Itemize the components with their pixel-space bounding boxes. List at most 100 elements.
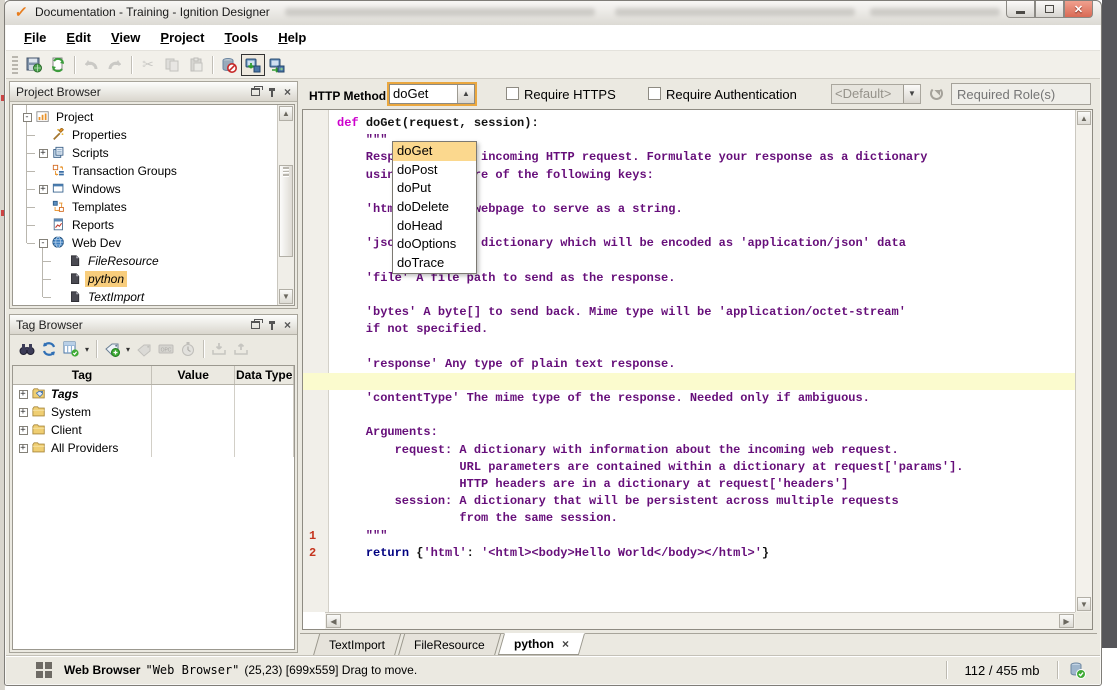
tree-item-web-dev[interactable]: -Web Dev [13, 234, 277, 252]
copy-button [160, 54, 184, 76]
new-tag-button[interactable] [101, 339, 123, 359]
tree-item-project[interactable]: -Project [13, 108, 277, 126]
tag-table: TagValueData Type +Tags+System+Client+Al… [12, 365, 295, 650]
close-panel-icon[interactable]: × [284, 318, 291, 332]
update-project-button[interactable] [265, 54, 289, 76]
refresh-tags-button[interactable] [38, 339, 60, 359]
minimize-button[interactable] [1006, 1, 1035, 18]
scroll-down-icon[interactable]: ▼ [1077, 597, 1091, 611]
caret-icon[interactable]: ▾ [123, 345, 133, 354]
column-header-data-type[interactable]: Data Type [235, 366, 294, 384]
title-bar[interactable]: ✓ Documentation - Training - Ignition De… [5, 1, 1101, 25]
tag-row-system[interactable]: + System [13, 403, 294, 421]
http-method-combobox[interactable]: doGet ▲ [389, 84, 475, 104]
method-option-dohead[interactable]: doHead [393, 217, 476, 236]
edit-columns-button[interactable] [60, 339, 82, 359]
column-header-value[interactable]: Value [152, 366, 235, 384]
method-option-dooptions[interactable]: doOptions [393, 235, 476, 254]
tree-item-transaction-groups[interactable]: Transaction Groups [13, 162, 277, 180]
tree-item-properties[interactable]: Properties [13, 126, 277, 144]
tagsfolder-icon [31, 387, 47, 401]
memory-usage: 112 / 455 mb [957, 663, 1047, 678]
close-panel-icon[interactable]: × [284, 85, 291, 99]
folder-icon [31, 441, 47, 455]
collapse-icon[interactable]: - [39, 239, 48, 248]
tree-item-reports[interactable]: Reports [13, 216, 277, 234]
toolbar-grip-handle[interactable] [12, 56, 18, 74]
desktop: ✓ Documentation - Training - Ignition De… [0, 0, 1117, 690]
method-option-dodelete[interactable]: doDelete [393, 198, 476, 217]
pin-panel-icon[interactable] [268, 318, 276, 332]
required-roles-input[interactable] [951, 83, 1091, 105]
project-tree: -ProjectProperties+ScriptsTransaction Gr… [13, 105, 277, 305]
expand-icon[interactable]: + [19, 426, 28, 435]
menu-project[interactable]: Project [150, 27, 214, 48]
tab-fileresource[interactable]: FileResource [398, 634, 501, 656]
tree-item-python[interactable]: python [13, 270, 277, 288]
code-line: 'response' Any type of plain text respon… [303, 356, 1074, 373]
expand-icon[interactable]: + [19, 444, 28, 453]
require-authentication-checkbox[interactable] [648, 87, 661, 100]
tab-python[interactable]: python× [498, 633, 585, 655]
expand-icon[interactable]: + [19, 408, 28, 417]
tree-item-templates[interactable]: Templates [13, 198, 277, 216]
pin-panel-icon[interactable] [268, 85, 276, 99]
menu-view[interactable]: View [101, 27, 150, 48]
save-button[interactable] [22, 54, 46, 76]
tree-item-scripts[interactable]: +Scripts [13, 144, 277, 162]
float-panel-icon[interactable] [251, 85, 260, 99]
expand-icon[interactable]: + [39, 149, 48, 158]
glass-blur [870, 8, 1000, 16]
code-line: HTTP headers are in a dictionary at requ… [303, 476, 1074, 493]
tag-row-label: System [49, 405, 91, 419]
editor-vertical-scrollbar[interactable]: ▲ ▼ [1075, 110, 1092, 612]
scroll-up-icon[interactable]: ▲ [1077, 111, 1091, 125]
db-pause-button[interactable] [217, 54, 241, 76]
require-https-label: Require HTTPS [524, 87, 616, 102]
tag-row-client[interactable]: +Client [13, 421, 294, 439]
editor-horizontal-scrollbar[interactable]: ◀ ▶ [325, 612, 1075, 629]
close-tab-icon[interactable]: × [562, 637, 569, 651]
project-tree-scrollbar[interactable]: ▲ ▼ [277, 105, 294, 305]
method-option-doput[interactable]: doPut [393, 179, 476, 198]
expand-icon[interactable]: + [19, 390, 28, 399]
method-option-dopost[interactable]: doPost [393, 161, 476, 180]
refresh-roles-icon[interactable] [930, 87, 943, 100]
tag-row-all-providers[interactable]: +All Providers [13, 439, 294, 457]
toolbar-separator [203, 340, 204, 358]
export-button[interactable] [46, 54, 70, 76]
scroll-down-icon[interactable]: ▼ [279, 289, 293, 304]
scrollbar-thumb[interactable] [279, 165, 293, 257]
tree-item-fileresource[interactable]: FileResource [13, 252, 277, 270]
collapse-icon[interactable]: - [23, 113, 32, 122]
restore-button[interactable] [1035, 1, 1064, 18]
float-panel-icon[interactable] [251, 318, 260, 332]
project-browser-header[interactable]: Project Browser × [10, 82, 297, 102]
caret-icon[interactable]: ▾ [82, 345, 92, 354]
cut-button: ✂ [136, 54, 160, 76]
gateway-connection-icon[interactable] [1068, 661, 1086, 679]
require-https-checkbox[interactable] [506, 87, 519, 100]
tag-row-tags[interactable]: +Tags [13, 385, 294, 403]
tree-item-textimport[interactable]: TextImport [13, 288, 277, 306]
expand-icon[interactable]: + [39, 185, 48, 194]
scroll-up-icon[interactable]: ▲ [279, 106, 293, 121]
tab-textimport[interactable]: TextImport [313, 634, 401, 656]
code-editor[interactable]: def doGet(request, session): """ Respond… [302, 109, 1093, 630]
method-option-doget[interactable]: doGet [393, 142, 476, 161]
scroll-right-icon[interactable]: ▶ [1059, 614, 1074, 628]
tree-item-windows[interactable]: +Windows [13, 180, 277, 198]
menu-file[interactable]: File [14, 27, 56, 48]
method-option-dotrace[interactable]: doTrace [393, 254, 476, 273]
combo-arrow-up-icon[interactable]: ▲ [457, 85, 474, 103]
close-button[interactable]: ✕ [1064, 1, 1093, 18]
find-tag-button[interactable] [16, 339, 38, 359]
tag-browser-header[interactable]: Tag Browser × [10, 315, 297, 335]
default-role-combobox[interactable]: <Default> ▼ [831, 84, 921, 104]
menu-help[interactable]: Help [268, 27, 316, 48]
scroll-left-icon[interactable]: ◀ [326, 614, 341, 628]
column-header-tag[interactable]: Tag [13, 366, 152, 384]
menu-tools[interactable]: Tools [214, 27, 268, 48]
download-project-button[interactable] [241, 54, 265, 76]
menu-edit[interactable]: Edit [56, 27, 101, 48]
